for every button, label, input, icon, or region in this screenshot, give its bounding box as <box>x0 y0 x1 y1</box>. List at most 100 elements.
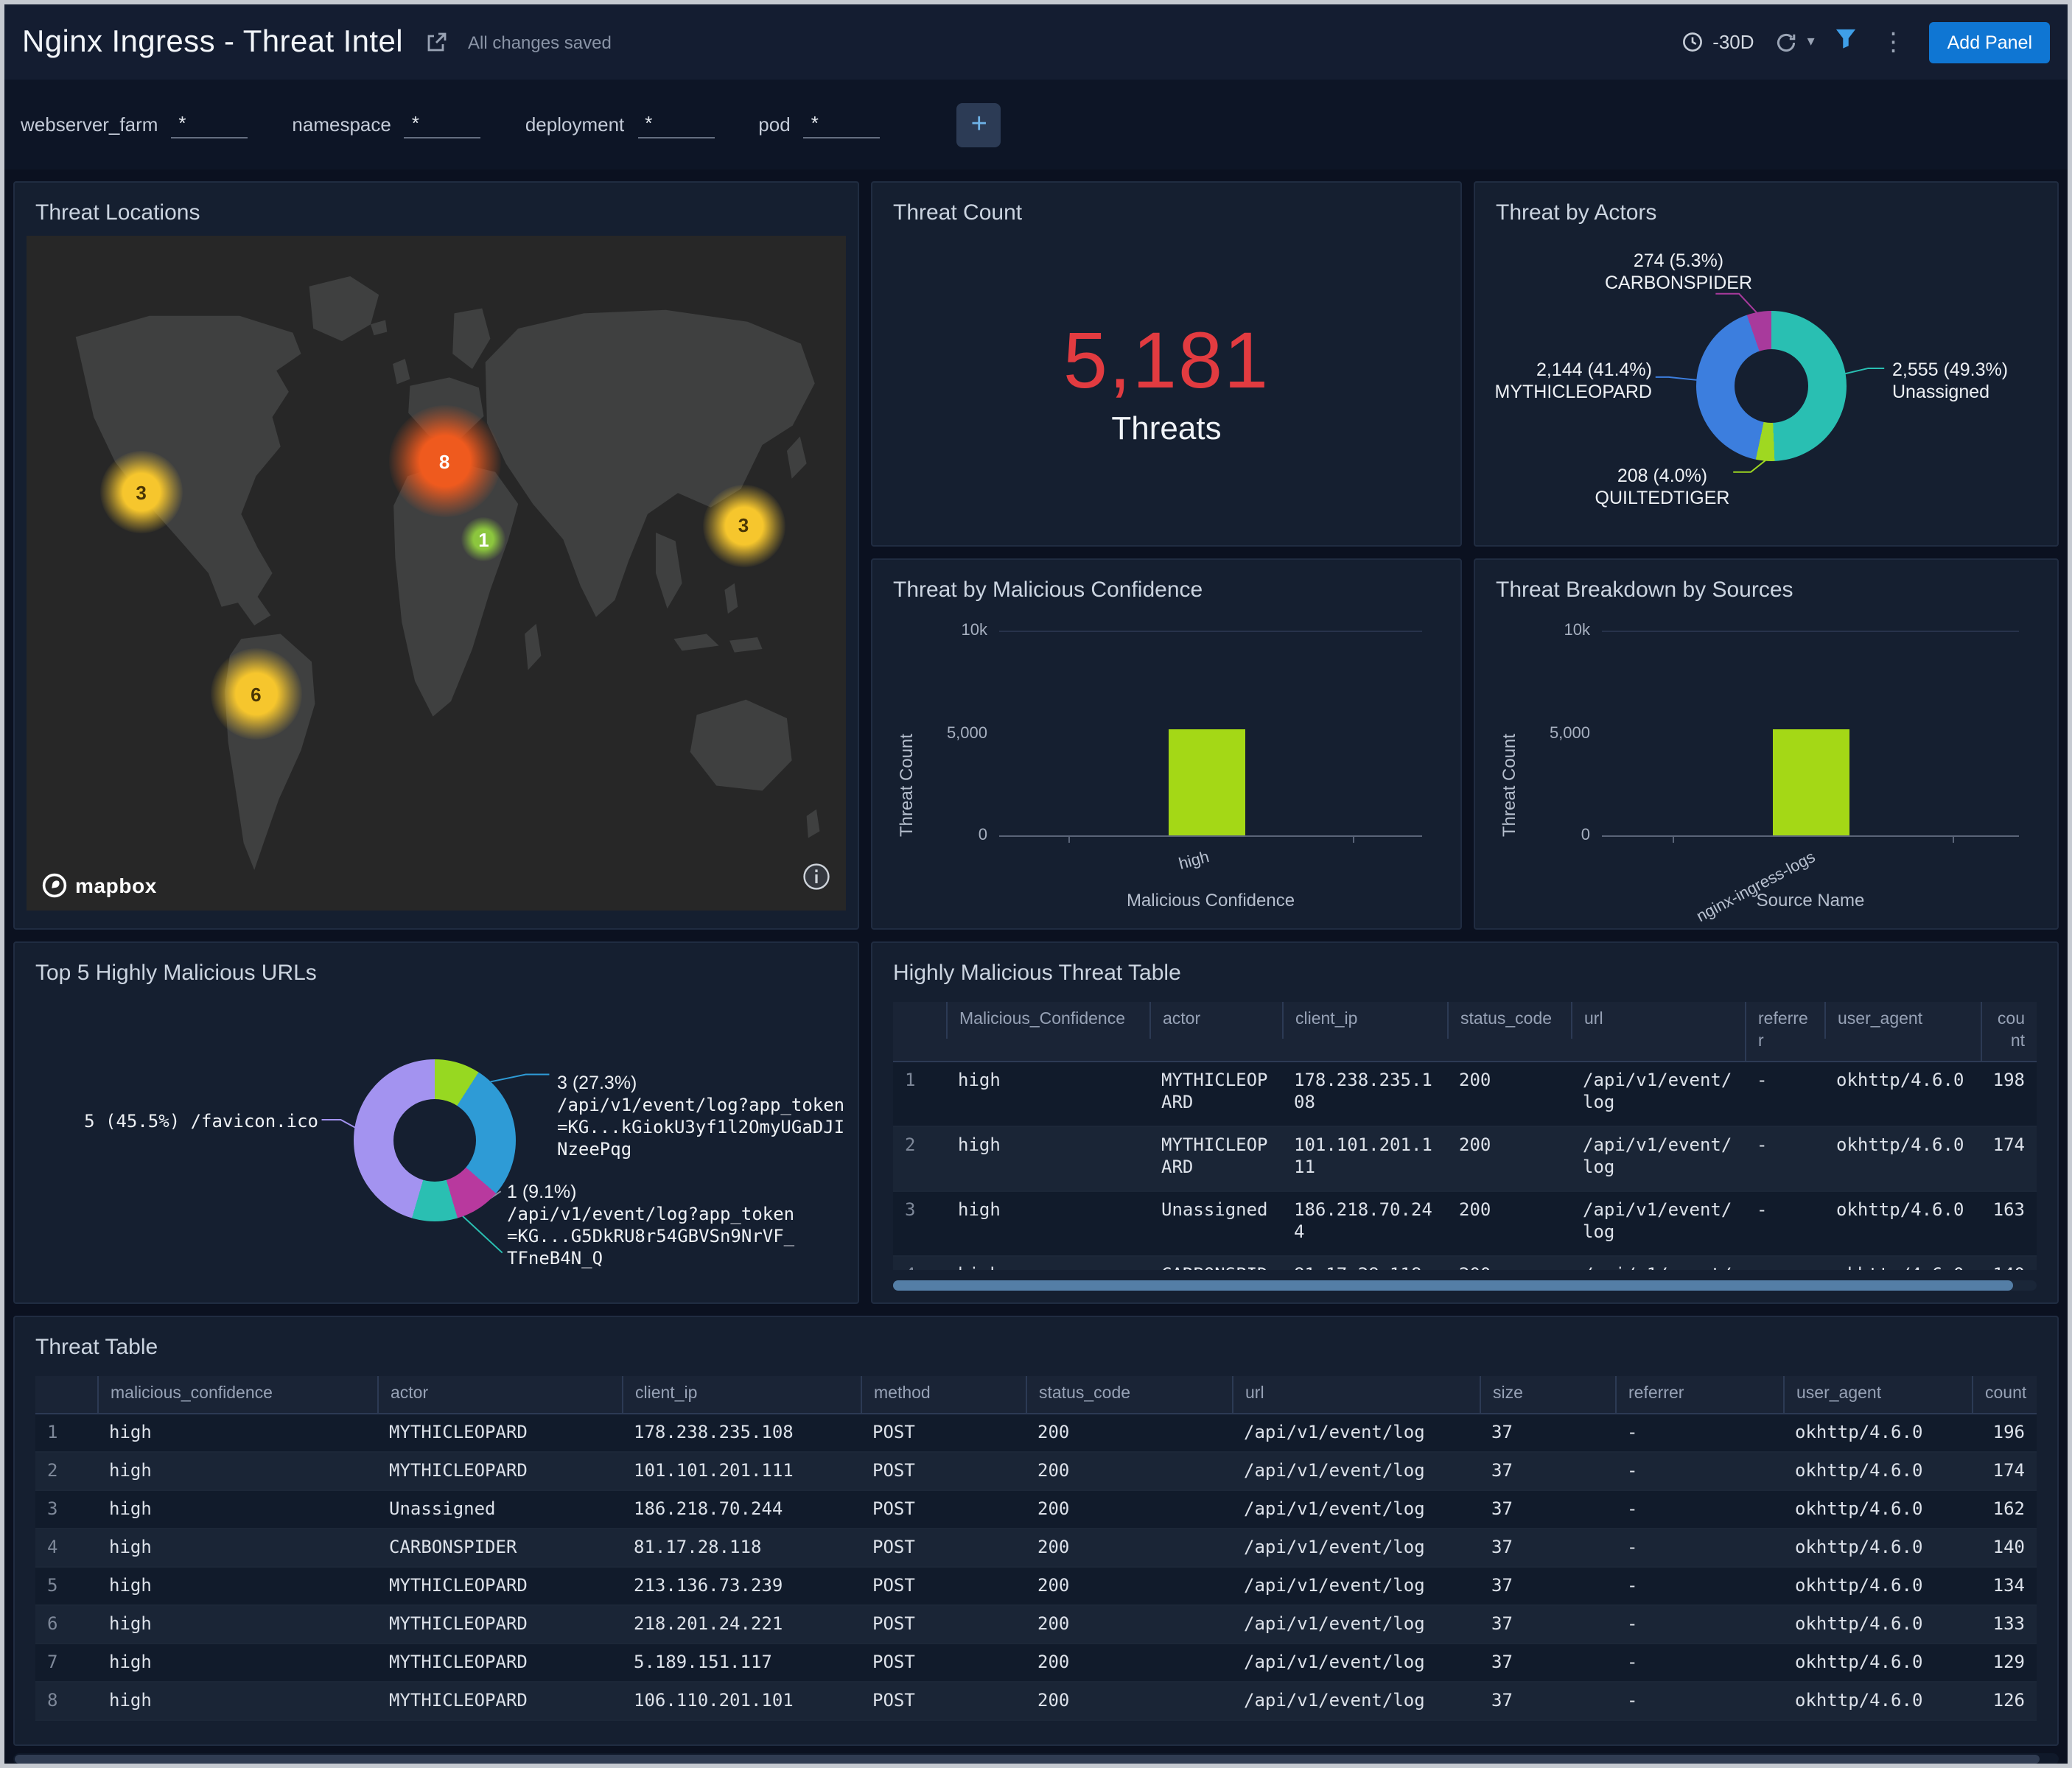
column-header-status_code[interactable]: status_code <box>1026 1376 1232 1413</box>
table-cell: okhttp/4.6.0 <box>1783 1414 1972 1451</box>
table-row[interactable]: 7highMYTHICLEOPARD5.189.151.117POST200/a… <box>35 1644 2037 1683</box>
panel-title: Threat Count <box>872 183 1460 237</box>
column-header-status_code[interactable]: status_code <box>1447 1002 1571 1039</box>
mapbox-label: mapbox <box>75 874 157 897</box>
table-row[interactable]: 3highUnassigned186.218.70.244POST200/api… <box>35 1491 2037 1529</box>
world-map[interactable]: 3 81 3 6 mapbox <box>27 236 846 911</box>
row-number: 2 <box>35 1453 97 1490</box>
table-cell: /api/v1/event/log <box>1571 1192 1745 1251</box>
table-row[interactable]: 1highMYTHICLEOPARD178.238.235.108POST200… <box>35 1414 2037 1453</box>
scrollbar-thumb[interactable] <box>15 1755 2040 1764</box>
y-tick-10k: 10k <box>1564 622 1591 639</box>
page-horizontal-scrollbar[interactable] <box>13 1753 2059 1765</box>
table-cell: MYTHICLEOPARD <box>1149 1127 1282 1186</box>
table-cell: 37 <box>1480 1453 1615 1490</box>
column-header-size[interactable]: size <box>1480 1376 1615 1413</box>
table-row[interactable]: 2highMYTHICLEOPARD101.101.201.111200/api… <box>893 1127 2037 1192</box>
world-map-svg <box>27 236 846 911</box>
column-header-actor[interactable]: actor <box>377 1376 622 1413</box>
y-tick-5000: 5,000 <box>947 724 987 742</box>
threat-count-value: 5,181 <box>872 315 1460 407</box>
share-button[interactable] <box>424 30 447 54</box>
table-cell: 140 <box>1981 1257 2037 1270</box>
column-header-url[interactable]: url <box>1232 1376 1480 1413</box>
table-horizontal-scrollbar[interactable] <box>893 1280 2037 1291</box>
table-row[interactable]: 4highCARBONSPIDER81.17.28.118POST200/api… <box>35 1529 2037 1568</box>
table-cell: - <box>1615 1683 1783 1719</box>
column-header-malicious_confidence[interactable]: malicious_confidence <box>97 1376 377 1413</box>
table-cell: 163 <box>1981 1192 2037 1229</box>
table-cell: high <box>97 1453 377 1490</box>
panel-title: Threat Locations <box>15 183 858 237</box>
column-header-client_ip[interactable]: client_ip <box>1282 1002 1447 1039</box>
y-axis-title: Threat Count <box>1499 631 1519 837</box>
table-row[interactable]: 4highCARBONSPIDER81.17.28.118200/api/v1/… <box>893 1257 2037 1270</box>
map-info-icon[interactable] <box>802 862 831 899</box>
y-tick-0: 0 <box>1581 827 1590 844</box>
share-icon <box>424 30 447 54</box>
column-header-Malicious_Confidence[interactable]: Malicious_Confidence <box>946 1002 1149 1039</box>
column-header-referrer[interactable]: referrer <box>1615 1376 1783 1413</box>
column-header-count[interactable]: count <box>1981 1002 2037 1061</box>
table-cell: 101.101.201.111 <box>622 1453 861 1490</box>
column-header-count[interactable]: count <box>1972 1376 2037 1413</box>
table-cell: POST <box>861 1683 1026 1719</box>
table-row[interactable]: 5highMYTHICLEOPARD213.136.73.239POST200/… <box>35 1568 2037 1606</box>
table-row[interactable]: 1highMYTHICLEOPARD178.238.235.108200/api… <box>893 1062 2037 1127</box>
table-cell: 37 <box>1480 1414 1615 1451</box>
table-cell: - <box>1615 1606 1783 1643</box>
urls-donut-chart[interactable] <box>354 1059 516 1221</box>
table-row[interactable]: 2highMYTHICLEOPARD101.101.201.111POST200… <box>35 1453 2037 1491</box>
map-marker-europe[interactable]: 8 <box>388 406 500 518</box>
table-cell: high <box>946 1127 1149 1164</box>
column-header-url[interactable]: url <box>1571 1002 1745 1039</box>
column-header-referrer[interactable]: referrer <box>1745 1002 1824 1061</box>
map-marker-south-america[interactable]: 6 <box>210 649 301 740</box>
bar-high[interactable] <box>1168 729 1245 835</box>
actors-donut-chart[interactable] <box>1696 311 1847 461</box>
table-cell: 101.101.201.111 <box>1282 1127 1447 1186</box>
callout-url-27pct: 3 (27.3%) /api/v1/event/log?app_token=KG… <box>557 1073 846 1161</box>
table-row[interactable]: 6highMYTHICLEOPARD218.201.24.221POST200/… <box>35 1606 2037 1644</box>
table-cell: POST <box>861 1414 1026 1451</box>
map-marker-north-america[interactable]: 3 <box>100 451 183 533</box>
filter-input-webserver-farm[interactable]: * <box>171 111 248 138</box>
table-row[interactable]: 8highMYTHICLEOPARD106.110.201.101POST200… <box>35 1683 2037 1721</box>
map-marker-middle-east[interactable]: 1 <box>461 517 505 561</box>
panel-highly-malicious-threat-table: Highly Malicious Threat Table Malicious_… <box>871 941 2059 1304</box>
add-filter-button[interactable]: + <box>957 102 1001 147</box>
kebab-menu-icon[interactable]: ⋮ <box>1878 29 1909 55</box>
table-cell: /api/v1/event/log <box>1232 1529 1480 1566</box>
column-header-user_agent[interactable]: user_agent <box>1783 1376 1972 1413</box>
x-tick-mark <box>1952 835 1953 843</box>
filter-input-deployment[interactable]: * <box>637 111 714 138</box>
mapbox-logo[interactable]: mapbox <box>41 872 157 899</box>
table-row[interactable]: 3highUnassigned186.218.70.244200/api/v1/… <box>893 1192 2037 1257</box>
refresh-button[interactable]: ▾ <box>1775 30 1815 54</box>
filter-button[interactable] <box>1835 28 1858 56</box>
table-cell: 186.218.70.244 <box>1282 1192 1447 1251</box>
table-cell: - <box>1615 1453 1783 1490</box>
bar-nginx-ingress-logs[interactable] <box>1772 729 1849 835</box>
callout-url-9pct: 1 (9.1%) /api/v1/event/log?app_token=KG.… <box>507 1182 796 1270</box>
time-range-button[interactable]: -30D <box>1681 31 1754 53</box>
y-tick-5000: 5,000 <box>1550 724 1590 742</box>
scrollbar-thumb[interactable] <box>893 1280 2014 1291</box>
table-cell: - <box>1615 1529 1783 1566</box>
column-header-client_ip[interactable]: client_ip <box>622 1376 861 1413</box>
panel-threat-count: Threat Count 5,181 Threats <box>871 181 1462 547</box>
column-header-user_agent[interactable]: user_agent <box>1824 1002 1981 1039</box>
panel-grid: Threat Locations <box>4 169 2068 1746</box>
filter-input-namespace[interactable]: * <box>405 111 481 138</box>
filter-input-pod[interactable]: * <box>804 111 881 138</box>
add-panel-button[interactable]: Add Panel <box>1930 21 2050 63</box>
table-cell: high <box>97 1414 377 1451</box>
column-header-method[interactable]: method <box>861 1376 1026 1413</box>
callout-favicon: 5 (45.5%) /favicon.ico <box>15 1111 318 1133</box>
column-header-actor[interactable]: actor <box>1149 1002 1282 1039</box>
filter-group-webserver-farm: webserver_farm * <box>21 111 248 138</box>
map-marker-east-asia[interactable]: 3 <box>702 485 785 567</box>
table-cell: 106.110.201.101 <box>622 1683 861 1719</box>
table-cell: /api/v1/event/log <box>1232 1491 1480 1528</box>
table-cell: - <box>1745 1257 1824 1270</box>
